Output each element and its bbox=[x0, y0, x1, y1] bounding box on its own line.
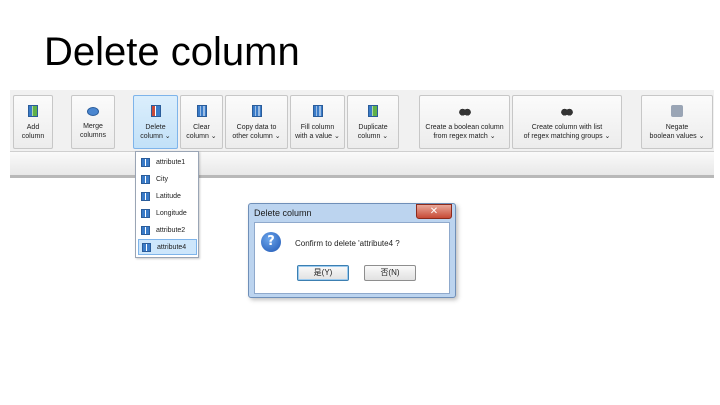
dropdown-item[interactable]: attribute2 bbox=[138, 222, 197, 238]
column-icon bbox=[141, 157, 150, 167]
dropdown-item[interactable]: Longitude bbox=[138, 205, 197, 221]
column-icon bbox=[141, 174, 150, 184]
column-icon bbox=[28, 105, 38, 117]
negate-boolean-button[interactable]: Negate boolean values ⌄ bbox=[641, 95, 713, 149]
dropdown-item-label: attribute1 bbox=[156, 158, 186, 166]
boolean-regex-button[interactable]: Create a boolean column from regex match… bbox=[419, 95, 510, 149]
binoculars-icon bbox=[561, 105, 573, 117]
delete-column-dropdown: attribute1 City Latitude Longitude attri… bbox=[135, 151, 199, 258]
column-add-icon bbox=[368, 105, 378, 117]
close-icon: ✕ bbox=[429, 206, 439, 217]
dropdown-item-label: Latitude bbox=[156, 192, 181, 200]
add-column-button[interactable]: Add column bbox=[13, 95, 53, 149]
dialog-title: Delete column bbox=[254, 208, 312, 218]
column-icon bbox=[196, 105, 207, 117]
dropdown-item-selected[interactable]: attribute4 bbox=[138, 239, 197, 255]
binoculars-icon bbox=[458, 105, 471, 117]
dropdown-item-label: attribute4 bbox=[157, 243, 187, 251]
regex-groups-label: Create column with list of regex matchin… bbox=[523, 124, 611, 140]
column-icon bbox=[141, 225, 150, 235]
duplicate-column-label: Duplicate column ⌄ bbox=[357, 124, 389, 140]
dropdown-item[interactable]: City bbox=[138, 171, 197, 187]
copy-data-label: Copy data to other column ⌄ bbox=[232, 124, 281, 140]
negate-icon bbox=[671, 105, 683, 117]
column-icon bbox=[251, 105, 262, 117]
boolean-regex-label: Create a boolean column from regex match… bbox=[425, 124, 504, 140]
column-icon bbox=[141, 208, 150, 218]
fill-column-label: Fill column with a value ⌄ bbox=[295, 124, 340, 140]
no-button[interactable]: 否(N) bbox=[364, 265, 416, 281]
add-column-label: Add column bbox=[21, 124, 45, 140]
close-button[interactable]: ✕ bbox=[416, 204, 452, 219]
column-icon bbox=[142, 242, 151, 252]
merge-columns-button[interactable]: Merge columns bbox=[71, 95, 115, 149]
toolbar-band bbox=[10, 152, 714, 178]
column-icon bbox=[141, 191, 150, 201]
delete-column-dialog: Delete column ✕ ? Confirm to delete 'att… bbox=[248, 203, 456, 298]
dialog-message: Confirm to delete 'attribute4 ? bbox=[295, 239, 400, 248]
column-delete-icon bbox=[150, 105, 161, 117]
dropdown-item-label: Longitude bbox=[156, 209, 187, 217]
dropdown-item[interactable]: attribute1 bbox=[138, 154, 197, 170]
dropdown-item-label: City bbox=[156, 175, 169, 183]
merge-columns-label: Merge columns bbox=[79, 123, 107, 139]
regex-groups-button[interactable]: Create column with list of regex matchin… bbox=[512, 95, 622, 149]
negate-boolean-label: Negate boolean values ⌄ bbox=[649, 124, 705, 140]
column-icon bbox=[312, 105, 323, 117]
clear-column-label: Clear column ⌄ bbox=[186, 124, 217, 140]
delete-column-button[interactable]: Delete column ⌄ bbox=[133, 95, 178, 149]
dropdown-item-label: attribute2 bbox=[156, 226, 186, 234]
merge-icon bbox=[87, 107, 99, 116]
slide-title: Delete column bbox=[44, 30, 300, 74]
dialog-body: ? Confirm to delete 'attribute4 ? 是(Y) 否… bbox=[254, 222, 450, 294]
fill-column-button[interactable]: Fill column with a value ⌄ bbox=[290, 95, 345, 149]
clear-column-button[interactable]: Clear column ⌄ bbox=[180, 95, 223, 149]
question-icon: ? bbox=[261, 232, 281, 252]
dropdown-item[interactable]: Latitude bbox=[138, 188, 197, 204]
copy-data-button[interactable]: Copy data to other column ⌄ bbox=[225, 95, 288, 149]
duplicate-column-button[interactable]: Duplicate column ⌄ bbox=[347, 95, 399, 149]
delete-column-label: Delete column ⌄ bbox=[140, 124, 171, 140]
yes-button[interactable]: 是(Y) bbox=[297, 265, 349, 281]
